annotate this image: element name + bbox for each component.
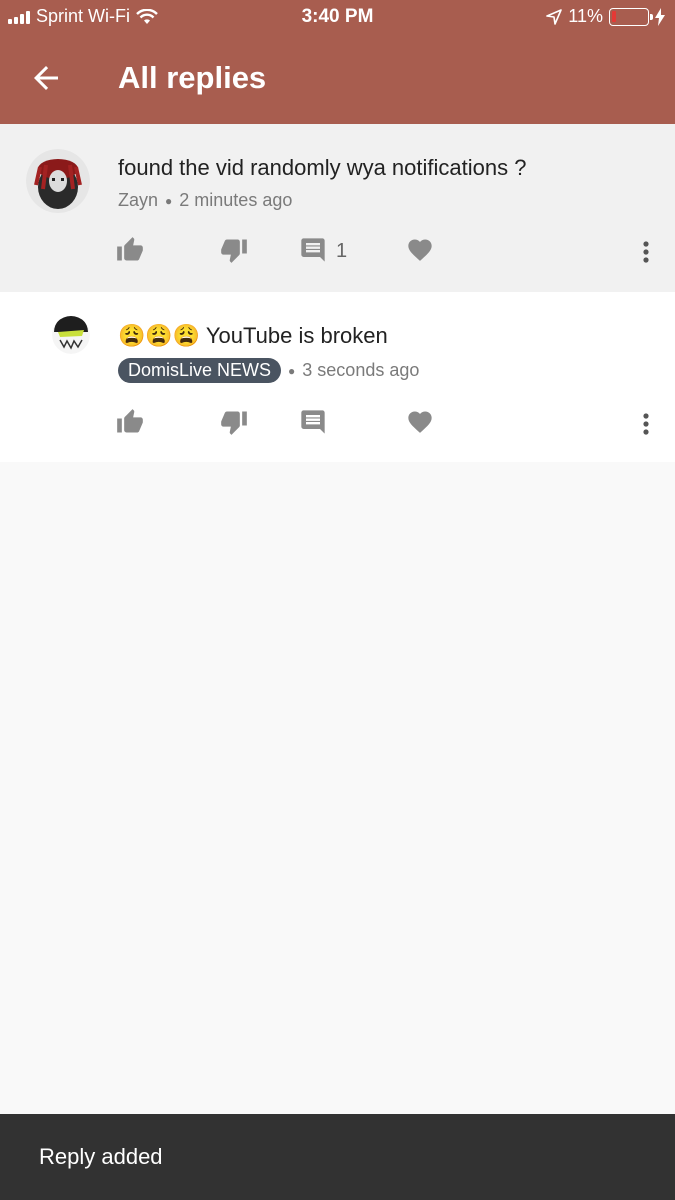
battery-level bbox=[612, 10, 616, 22]
charging-bolt-icon bbox=[655, 7, 665, 26]
thumb-down-icon bbox=[221, 411, 247, 435]
comment-body: YouTube is broken bbox=[205, 323, 388, 348]
comment-icon bbox=[301, 410, 325, 434]
comment-time: 2 minutes ago bbox=[179, 190, 293, 210]
comment-time: 3 seconds ago bbox=[302, 360, 420, 380]
reply-button[interactable] bbox=[299, 408, 331, 440]
app-bar: All replies bbox=[0, 48, 675, 108]
comment-actions bbox=[0, 404, 675, 444]
like-button[interactable] bbox=[116, 408, 148, 440]
thumb-down-icon bbox=[221, 239, 247, 263]
separator-dot: ● bbox=[288, 363, 296, 378]
emoji: 😩😩😩 bbox=[118, 323, 201, 348]
battery-percent: 11% bbox=[568, 6, 603, 26]
more-vert-icon bbox=[643, 413, 649, 435]
comment-text: found the vid randomly wya notifications… bbox=[118, 155, 527, 180]
author-badge[interactable]: DomisLive NEWS bbox=[118, 358, 282, 383]
separator-dot: ● bbox=[165, 193, 173, 208]
thumb-up-icon bbox=[117, 237, 143, 261]
comment-meta: Zayn ● 2 minutes ago bbox=[118, 190, 292, 211]
comment-text: 😩😩😩 YouTube is broken bbox=[118, 323, 388, 349]
comment-actions: 1 bbox=[0, 232, 675, 272]
more-vert-icon bbox=[643, 241, 649, 263]
back-button[interactable] bbox=[28, 60, 64, 96]
thumb-up-icon bbox=[117, 409, 143, 433]
snackbar: Reply added bbox=[0, 1114, 675, 1200]
dislike-button[interactable] bbox=[220, 408, 252, 440]
arrow-left-icon bbox=[34, 66, 58, 90]
reply-count: 1 bbox=[336, 240, 348, 262]
location-arrow-icon bbox=[546, 8, 563, 25]
avatar[interactable] bbox=[52, 316, 90, 354]
like-button[interactable] bbox=[116, 236, 148, 268]
status-bar: Sprint Wi-Fi 3:40 PM 11% bbox=[0, 0, 675, 34]
heart-icon bbox=[408, 411, 432, 433]
more-options-button[interactable] bbox=[634, 410, 658, 438]
status-right: 11% bbox=[546, 6, 665, 27]
reply-comment: 😩😩😩 YouTube is broken DomisLive NEWS ● 3… bbox=[0, 292, 675, 462]
reply-button[interactable] bbox=[299, 236, 331, 268]
page-title: All replies bbox=[118, 60, 267, 95]
comment-icon bbox=[301, 238, 325, 262]
header: Sprint Wi-Fi 3:40 PM 11% All replies bbox=[0, 0, 675, 124]
heart-button[interactable] bbox=[406, 236, 438, 268]
snackbar-message: Reply added bbox=[39, 1144, 163, 1169]
heart-button[interactable] bbox=[406, 408, 438, 440]
author-name[interactable]: Zayn bbox=[118, 190, 158, 211]
comment-meta: DomisLive NEWS ● 3 seconds ago bbox=[118, 358, 419, 383]
heart-icon bbox=[408, 239, 432, 261]
avatar[interactable] bbox=[26, 149, 90, 213]
dislike-button[interactable] bbox=[220, 236, 252, 268]
battery-icon bbox=[609, 7, 653, 26]
more-options-button[interactable] bbox=[634, 238, 658, 266]
parent-comment: found the vid randomly wya notifications… bbox=[0, 124, 675, 292]
